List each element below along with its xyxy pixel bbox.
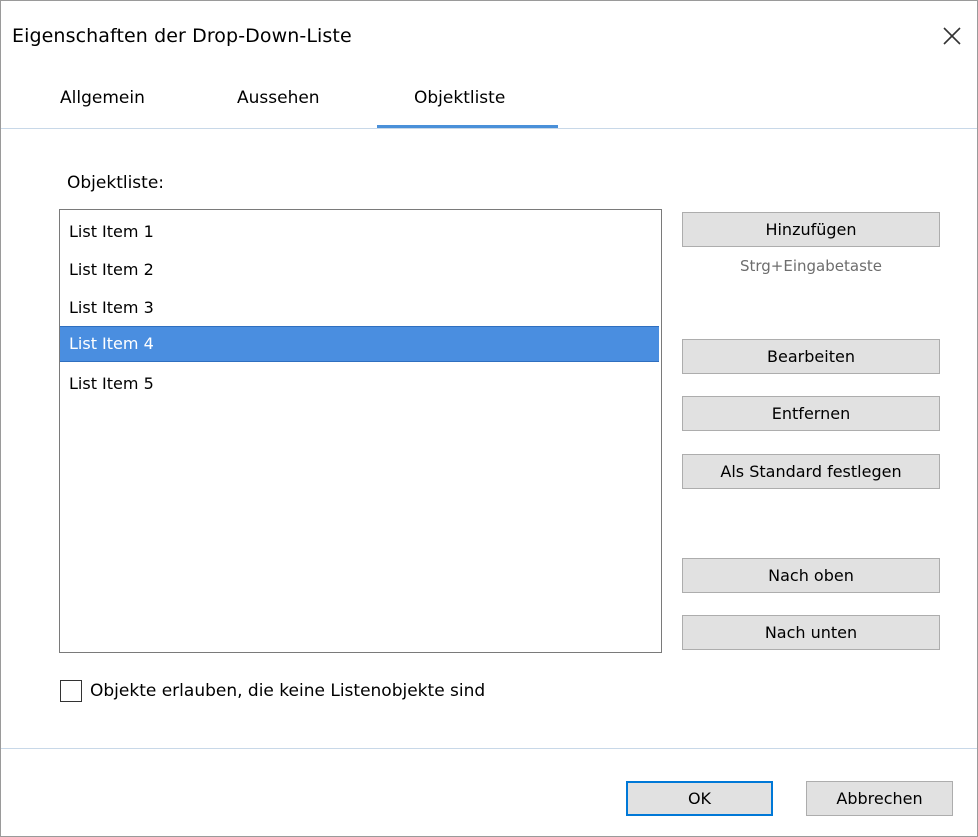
list-item[interactable]: List Item 1	[60, 214, 659, 250]
dropdown-properties-dialog: Eigenschaften der Drop-Down-Liste Allgem…	[0, 0, 978, 837]
tab-objektliste[interactable]: Objektliste	[414, 88, 505, 108]
dialog-title: Eigenschaften der Drop-Down-Liste	[12, 25, 352, 47]
ok-button[interactable]: OK	[626, 781, 773, 816]
edit-button[interactable]: Bearbeiten	[682, 339, 940, 374]
allow-non-list-objects-label[interactable]: Objekte erlauben, die keine Listenobjekt…	[90, 681, 485, 701]
remove-button[interactable]: Entfernen	[682, 396, 940, 431]
list-item[interactable]: List Item 2	[60, 252, 659, 288]
tab-divider	[1, 128, 977, 129]
move-up-button[interactable]: Nach oben	[682, 558, 940, 593]
list-item[interactable]: List Item 5	[60, 366, 659, 402]
footer-divider	[1, 748, 977, 749]
close-icon	[943, 27, 961, 45]
close-button[interactable]	[941, 25, 963, 47]
list-item-selected[interactable]: List Item 4	[60, 326, 659, 362]
cancel-button[interactable]: Abbrechen	[806, 781, 953, 816]
add-button[interactable]: Hinzufügen	[682, 212, 940, 247]
list-item[interactable]: List Item 3	[60, 290, 659, 326]
tab-aussehen[interactable]: Aussehen	[237, 88, 320, 108]
tab-allgemein[interactable]: Allgemein	[60, 88, 145, 108]
allow-non-list-objects-checkbox[interactable]	[60, 680, 82, 702]
object-list-box[interactable]: List Item 1 List Item 2 List Item 3 List…	[59, 209, 662, 653]
set-default-button[interactable]: Als Standard festlegen	[682, 454, 940, 489]
object-list-label: Objektliste:	[67, 173, 165, 193]
add-shortcut-hint: Strg+Eingabetaste	[739, 257, 882, 275]
move-down-button[interactable]: Nach unten	[682, 615, 940, 650]
